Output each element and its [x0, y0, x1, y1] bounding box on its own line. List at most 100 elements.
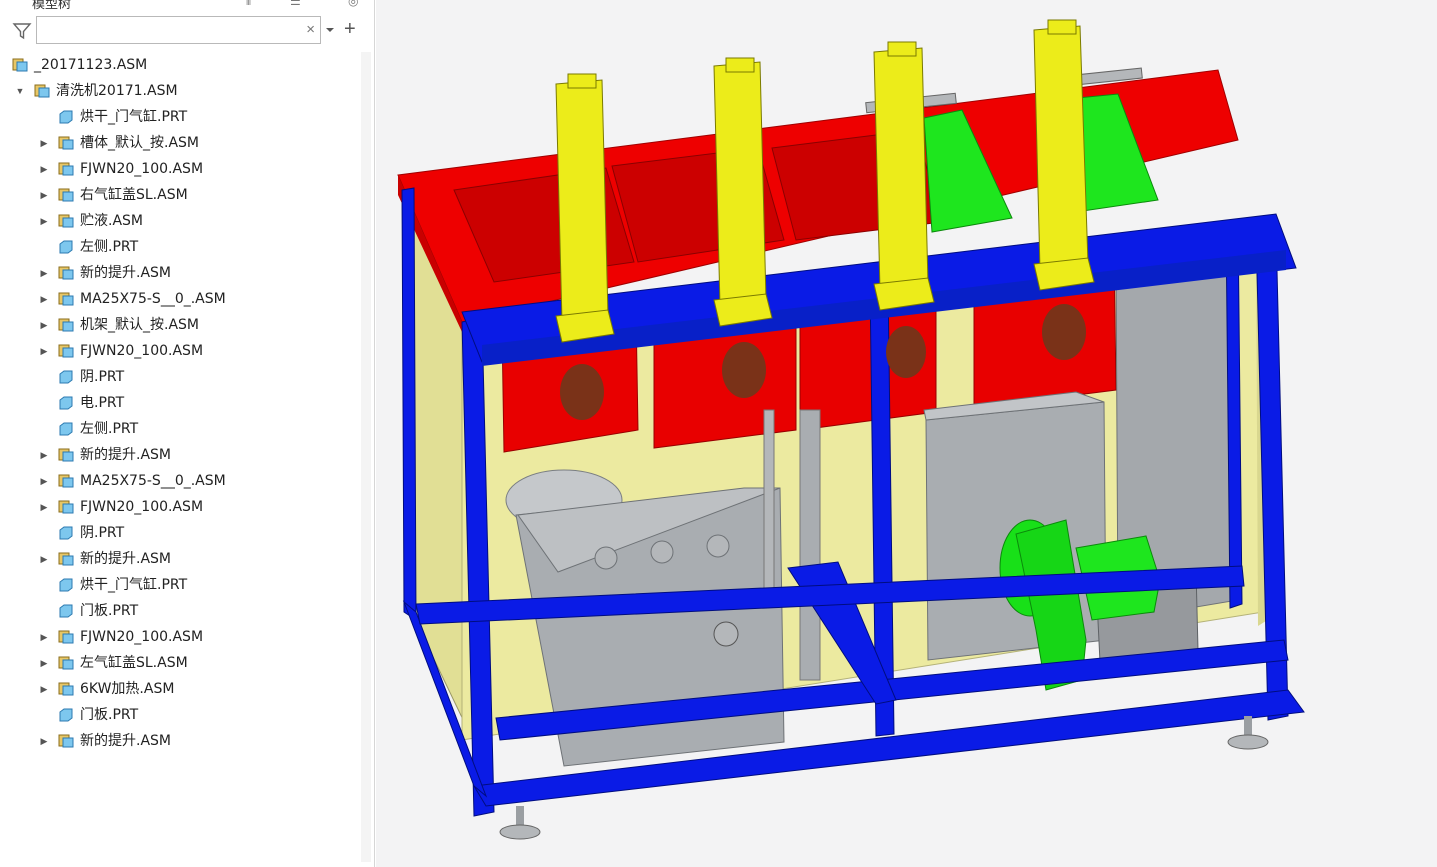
tree-settings-icon[interactable]: ☰ — [290, 0, 301, 8]
tree-item-label: 左侧.PRT — [80, 239, 139, 255]
tree-item-label: 清洗机20171.ASM — [56, 83, 178, 99]
search-input[interactable] — [41, 20, 300, 42]
expand-arrow-icon[interactable]: ▶ — [38, 312, 50, 338]
assembly-icon — [58, 682, 74, 696]
part-icon — [59, 526, 73, 540]
tree-item[interactable]: ▶ FJWN20_100.ASM — [8, 338, 370, 364]
filter-icon[interactable] — [12, 21, 32, 41]
assembly-icon — [58, 136, 74, 150]
tree-scrollbar[interactable] — [361, 52, 371, 862]
expand-arrow-icon[interactable]: ▶ — [38, 442, 50, 468]
tree-item-label: MA25X75-S__0_.ASM — [80, 291, 226, 307]
tree-item[interactable]: 阴.PRT — [8, 364, 370, 390]
tree-item[interactable]: ▶ FJWN20_100.ASM — [8, 494, 370, 520]
tree-item-label: 新的提升.ASM — [80, 551, 171, 567]
tree-item[interactable]: 阴.PRT — [8, 520, 370, 546]
tree-item-label: 左侧.PRT — [80, 421, 139, 437]
expand-arrow-icon[interactable]: ▶ — [38, 260, 50, 286]
tree-item[interactable]: ▶ 右气缸盖SL.ASM — [8, 182, 370, 208]
search-options-dropdown-icon[interactable] — [324, 24, 336, 36]
panel-header: 模型树 ⫴ ☰ ◎ — [0, 0, 374, 12]
filter-row: × + — [0, 16, 374, 46]
tree-item-label: 烘干_门气缸.PRT — [80, 577, 188, 593]
tree-item-label: 槽体_默认_按.ASM — [80, 135, 199, 151]
tree-item-label: FJWN20_100.ASM — [80, 629, 204, 645]
tree-item[interactable]: ▶ 贮液.ASM — [8, 208, 370, 234]
tree-item-label: FJWN20_100.ASM — [80, 499, 204, 515]
tree-item-label: 烘干_门气缸.PRT — [80, 109, 188, 125]
expand-arrow-icon[interactable]: ▶ — [38, 546, 50, 572]
tree-item[interactable]: _20171123.ASM — [8, 52, 370, 78]
tree-item-label: 贮液.ASM — [80, 213, 143, 229]
assembly-icon — [58, 266, 74, 280]
guide-rod-1 — [763, 409, 775, 591]
tree-item[interactable]: 烘干_门气缸.PRT — [8, 104, 370, 130]
assembly-icon — [58, 656, 74, 670]
tree-item[interactable]: ▶ MA25X75-S__0_.ASM — [8, 468, 370, 494]
tree-columns-icon[interactable]: ⫴ — [246, 0, 251, 9]
tree-item[interactable]: 门板.PRT — [8, 598, 370, 624]
part-icon — [59, 708, 73, 722]
assembly-icon — [58, 318, 74, 332]
assembly-icon — [12, 58, 28, 72]
clear-search-icon[interactable]: × — [306, 21, 315, 39]
tree-item[interactable]: ▶ 新的提升.ASM — [8, 546, 370, 572]
assembly-icon — [58, 292, 74, 306]
pump-gauge — [713, 621, 739, 647]
expand-arrow-icon[interactable]: ▶ — [38, 130, 50, 156]
assembly-icon — [58, 162, 74, 176]
expand-arrow-icon[interactable]: ▶ — [38, 156, 50, 182]
expand-arrow-icon[interactable]: ▶ — [38, 286, 50, 312]
tree-item[interactable]: 左侧.PRT — [8, 416, 370, 442]
tree-item[interactable]: ▶ FJWN20_100.ASM — [8, 156, 370, 182]
frame-post-back-left — [401, 187, 417, 621]
graphics-viewport[interactable] — [376, 0, 1437, 867]
expand-arrow-icon[interactable]: ▶ — [38, 494, 50, 520]
tree-item-label: 左气缸盖SL.ASM — [80, 655, 188, 671]
model-tree: _20171123.ASM ▼ 清洗机20171.ASM 烘干_门气缸.PRT ▶ 槽体_… — [8, 52, 370, 754]
expand-arrow-icon[interactable]: ▶ — [38, 650, 50, 676]
assembly-icon — [58, 734, 74, 748]
tree-item[interactable]: ▶ 左气缸盖SL.ASM — [8, 650, 370, 676]
tree-item-label: _20171123.ASM — [34, 57, 148, 73]
pump-knob-3 — [706, 534, 730, 558]
expand-arrow-icon[interactable]: ▶ — [38, 208, 50, 234]
assembly-model[interactable] — [376, 0, 1437, 867]
expand-arrow-icon[interactable]: ▶ — [38, 624, 50, 650]
pump-knob-2 — [650, 540, 674, 564]
expand-arrow-icon[interactable]: ▶ — [38, 676, 50, 702]
collapse-arrow-icon[interactable]: ▼ — [14, 78, 26, 104]
part-icon — [59, 396, 73, 410]
tree-item[interactable]: ▼ 清洗机20171.ASM — [8, 78, 370, 104]
tree-item-label: 门板.PRT — [80, 603, 139, 619]
assembly-icon — [34, 84, 50, 98]
show-hide-icon[interactable]: ◎ — [348, 0, 358, 8]
tree-item[interactable]: ▶ 6KW加热.ASM — [8, 676, 370, 702]
expand-arrow-icon[interactable]: ▶ — [38, 338, 50, 364]
tree-item[interactable]: 左侧.PRT — [8, 234, 370, 260]
tree-item[interactable]: ▶ 新的提升.ASM — [8, 728, 370, 754]
add-filter-button[interactable]: + — [344, 18, 356, 40]
tree-item[interactable]: ▶ FJWN20_100.ASM — [8, 624, 370, 650]
pump-knob-1 — [594, 546, 618, 570]
tree-item-label: FJWN20_100.ASM — [80, 161, 204, 177]
part-icon — [59, 370, 73, 384]
tree-item-label: 阴.PRT — [80, 525, 125, 541]
assembly-icon — [58, 214, 74, 228]
tree-item-label: 新的提升.ASM — [80, 265, 171, 281]
expand-arrow-icon[interactable]: ▶ — [38, 468, 50, 494]
leveling-foot-front-right — [1227, 716, 1269, 750]
expand-arrow-icon[interactable]: ▶ — [38, 728, 50, 754]
tree-item[interactable]: ▶ 新的提升.ASM — [8, 442, 370, 468]
tree-item-label: 电.PRT — [80, 395, 125, 411]
tree-item[interactable]: ▶ 槽体_默认_按.ASM — [8, 130, 370, 156]
tree-item[interactable]: 门板.PRT — [8, 702, 370, 728]
tree-item[interactable]: 电.PRT — [8, 390, 370, 416]
expand-arrow-icon[interactable]: ▶ — [38, 182, 50, 208]
tree-item[interactable]: ▶ 机架_默认_按.ASM — [8, 312, 370, 338]
tree-item[interactable]: 烘干_门气缸.PRT — [8, 572, 370, 598]
tree-item[interactable]: ▶ MA25X75-S__0_.ASM — [8, 286, 370, 312]
tree-item-label: 新的提升.ASM — [80, 447, 171, 463]
leveling-foot-front-left — [499, 806, 541, 840]
tree-item[interactable]: ▶ 新的提升.ASM — [8, 260, 370, 286]
